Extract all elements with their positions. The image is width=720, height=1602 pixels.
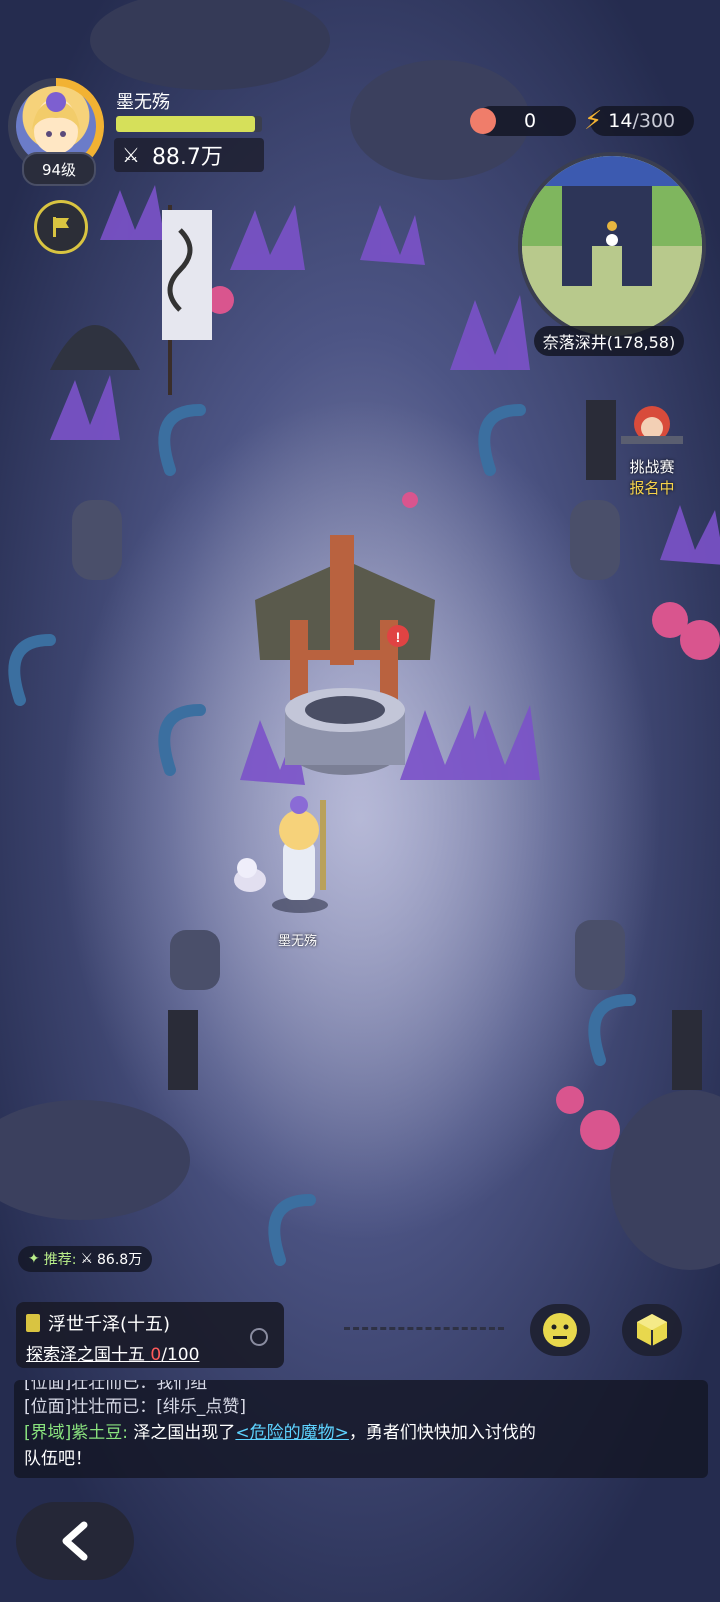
crossed-swords-icon: ⚔ — [80, 1251, 94, 1267]
quest-tracker[interactable]: 浮世千泽(十五) 探索泽之国十五 0/100 — [16, 1302, 284, 1368]
energy-max: /300 — [632, 110, 676, 132]
guild-flag-button[interactable] — [34, 200, 88, 254]
chevron-left-icon — [62, 1521, 88, 1561]
challenger-portrait-icon — [621, 406, 683, 444]
quest-objective: 探索泽之国十五 — [26, 1345, 151, 1365]
minimap[interactable] — [518, 152, 706, 340]
emoji-face-icon — [543, 1313, 577, 1347]
chat-message-pre: 泽之国出现了 — [128, 1423, 236, 1443]
level-badge: 94级 — [22, 152, 96, 186]
crossed-swords-icon: ⚔ — [122, 143, 140, 167]
lightning-icon: ⚡ — [584, 106, 603, 136]
chat-line-0: [位面]壮壮而已：我们组 — [24, 1380, 208, 1393]
quest-objective-row: 探索泽之国十五 0/100 — [26, 1340, 199, 1365]
svg-text:!: ! — [396, 629, 401, 645]
recommend-label: 推荐: — [43, 1252, 77, 1268]
character-name-label: 墨无殇 — [278, 934, 318, 949]
combat-power: ⚔ 88.7万 — [114, 138, 264, 172]
map-location-label: 奈落深井(178,58) — [534, 326, 684, 356]
emote-button[interactable] — [530, 1304, 590, 1356]
danger-monster-link[interactable]: <危险的魔物> — [235, 1423, 349, 1443]
chat-line-2: [界域]紫土豆: 泽之国出现了<危险的魔物>，勇者们快快加入讨伐的 — [24, 1420, 698, 1446]
sparkle-icon: ✦ — [28, 1251, 40, 1267]
peach-count: 0 — [524, 110, 537, 132]
peach-resource[interactable]: 0 — [470, 106, 576, 136]
combat-power-value: 88.7万 — [151, 145, 223, 170]
chat-panel[interactable]: [位面]壮壮而已：我们组 [位面]壮壮而已：[绯乐_点赞] [界域]紫土豆: 泽… — [14, 1380, 708, 1478]
challenge-status: 报名中 — [629, 479, 675, 497]
recommended-power: ✦ 推荐: ⚔ 86.8万 — [18, 1246, 153, 1272]
hp-bar — [116, 116, 262, 132]
challenge-title: 挑战赛 — [629, 458, 675, 476]
recommend-power-value: 86.8万 — [97, 1252, 143, 1268]
quest-title-row: 浮世千泽(十五) — [26, 1310, 170, 1336]
cube-icon — [637, 1314, 667, 1346]
dashed-divider — [344, 1327, 504, 1330]
chat-channel: [界域] — [24, 1423, 72, 1443]
chat-message-post: ，勇者们快快加入讨伐的 — [348, 1423, 536, 1443]
quest-progress-current: 0 — [150, 1345, 162, 1365]
chat-line-1: [位面]壮壮而已：[绯乐_点赞] — [24, 1397, 247, 1417]
back-button[interactable] — [16, 1502, 134, 1580]
quest-progress-total: /100 — [161, 1345, 200, 1365]
player-name: 墨无殇 — [116, 92, 170, 113]
target-icon[interactable] — [250, 1328, 268, 1346]
quest-title: 浮世千泽(十五) — [48, 1314, 171, 1335]
flag-icon — [53, 217, 69, 237]
challenge-event-button[interactable]: 挑战赛 报名中 — [604, 398, 700, 498]
peach-icon — [470, 108, 496, 134]
energy-current: 14 — [608, 110, 633, 132]
chat-speaker[interactable]: 紫土豆: — [71, 1423, 128, 1443]
energy-resource[interactable]: ⚡ 14 /300 — [584, 106, 694, 136]
clipboard-icon — [26, 1314, 40, 1332]
minimap-terrain — [522, 156, 702, 336]
inventory-cube-button[interactable] — [622, 1304, 682, 1356]
chat-line-3: 队伍吧！ — [24, 1449, 92, 1469]
hp-bar-fill — [116, 116, 255, 132]
